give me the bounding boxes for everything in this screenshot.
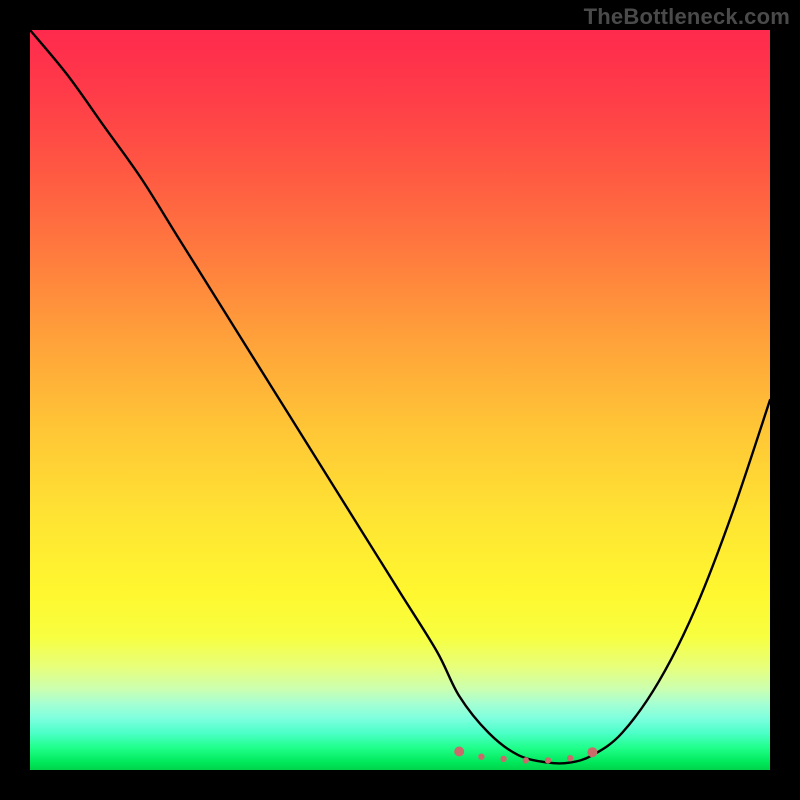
plot-area [30, 30, 770, 770]
chart-frame: TheBottleneck.com [0, 0, 800, 800]
optimal-dot [567, 755, 573, 761]
optimal-dot [587, 747, 597, 757]
optimal-dot [478, 754, 484, 760]
bottleneck-curve [30, 30, 770, 770]
optimal-dot [545, 757, 551, 763]
optimal-dot [500, 756, 506, 762]
watermark-text: TheBottleneck.com [584, 4, 790, 30]
optimal-dot [454, 747, 464, 757]
optimal-dot [523, 757, 529, 763]
